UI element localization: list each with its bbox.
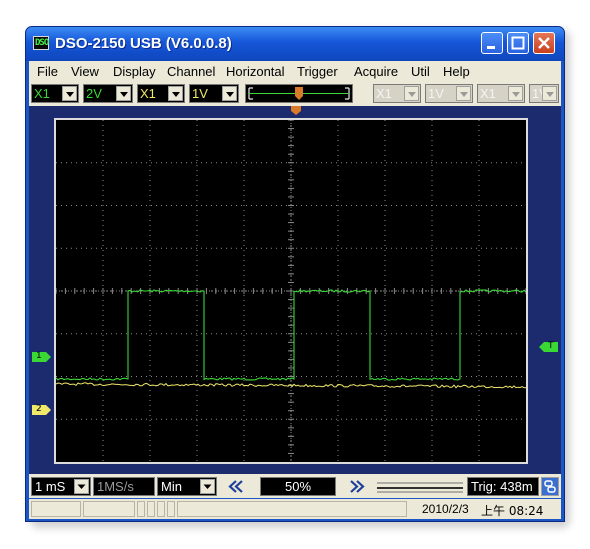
memory-mode-select[interactable]: Min xyxy=(157,477,217,496)
status-cell-3 xyxy=(137,501,145,517)
ch3-probe-select[interactable]: X1 xyxy=(373,84,421,103)
chevron-down-icon xyxy=(404,86,419,101)
trigger-readout-value: Trig: 438m xyxy=(471,479,533,494)
menu-util[interactable]: Util xyxy=(411,64,430,79)
chevron-down-icon xyxy=(222,86,237,101)
trigger-slider-graphic xyxy=(248,87,350,100)
double-chevron-left-icon xyxy=(228,480,243,493)
ch3-volts-value: 1V xyxy=(428,86,444,101)
graticule-grid xyxy=(55,119,527,462)
menu-view[interactable]: View xyxy=(71,64,99,79)
status-cell-6 xyxy=(167,501,175,517)
ch2-offset-marker[interactable]: 2 xyxy=(32,404,51,415)
ch4-probe-select[interactable]: X1 xyxy=(477,84,525,103)
status-cell-7 xyxy=(177,501,407,517)
chevron-down-icon xyxy=(74,479,89,494)
app-icon: DSO xyxy=(33,36,49,50)
ch1-probe-value: X1 xyxy=(34,86,50,101)
close-icon xyxy=(538,37,550,49)
trigger-position-slider[interactable] xyxy=(245,84,353,103)
minimize-button[interactable] xyxy=(481,32,503,54)
app-window: DSO DSO-2150 USB (V6.0.0.8) File View Di… xyxy=(25,26,565,522)
window-title: DSO-2150 USB (V6.0.0.8) xyxy=(55,35,232,52)
scroll-left-button[interactable] xyxy=(224,477,252,496)
scope-display-area: 1 2 T xyxy=(29,106,561,474)
trigger-readout: Trig: 438m xyxy=(467,477,539,496)
close-button[interactable] xyxy=(533,32,555,54)
link-icon xyxy=(544,480,556,493)
zoom-slider[interactable] xyxy=(377,477,463,496)
maximize-button[interactable] xyxy=(507,32,529,54)
chevron-down-icon xyxy=(62,86,77,101)
menu-help[interactable]: Help xyxy=(443,64,470,79)
ch4-probe-value: X1 xyxy=(480,86,496,101)
trigger-level-marker[interactable]: T xyxy=(539,341,558,352)
status-cell-4 xyxy=(147,501,155,517)
horizontal-controls: 1 mS 1MS/s Min 50% Trig: 438m xyxy=(29,474,561,498)
status-time: 上午 08:24 xyxy=(481,504,544,518)
status-date: 2010/2/3 xyxy=(422,502,469,516)
link-toggle-button[interactable] xyxy=(541,477,559,496)
menu-bar: File View Display Channel Horizontal Tri… xyxy=(29,61,561,82)
chevron-down-icon xyxy=(168,86,183,101)
title-bar[interactable]: DSO DSO-2150 USB (V6.0.0.8) xyxy=(26,27,564,61)
app-icon-text: DSO xyxy=(35,38,49,48)
ch2-volts-select[interactable]: 1V xyxy=(189,84,239,103)
menu-acquire[interactable]: Acquire xyxy=(354,64,398,79)
double-chevron-right-icon xyxy=(350,480,365,493)
trigger-time-marker-icon xyxy=(291,106,301,115)
chevron-down-icon xyxy=(456,86,471,101)
status-cell-5 xyxy=(157,501,165,517)
ch2-probe-select[interactable]: X1 xyxy=(137,84,185,103)
chevron-down-icon xyxy=(200,479,215,494)
sample-rate-value: 1MS/s xyxy=(97,479,134,494)
ch1-offset-marker[interactable]: 1 xyxy=(32,351,51,362)
ch2-volts-value: 1V xyxy=(192,86,208,101)
ch1-volts-value: 2V xyxy=(86,86,102,101)
horizontal-position-display: 50% xyxy=(260,477,336,496)
memory-mode-value: Min xyxy=(161,479,182,494)
status-cell-2 xyxy=(83,501,135,517)
chevron-down-icon xyxy=(542,86,557,101)
ch2-marker-label: 2 xyxy=(36,404,42,414)
trigger-level-label: T xyxy=(548,341,554,351)
ch3-probe-value: X1 xyxy=(376,86,392,101)
menu-trigger[interactable]: Trigger xyxy=(297,64,338,79)
status-cell-1 xyxy=(31,501,81,517)
position-percent: 50% xyxy=(284,479,312,494)
timebase-value: 1 mS xyxy=(35,479,66,494)
waveform-screen[interactable] xyxy=(54,118,528,464)
slider-track-icon xyxy=(377,482,463,493)
channel-toolbar: X1 2V X1 1V X1 1V X1 1V xyxy=(29,82,561,106)
minimize-icon xyxy=(487,46,495,49)
status-bar: 2010/2/3 上午 08:24 xyxy=(29,499,561,519)
scroll-right-button[interactable] xyxy=(341,477,369,496)
menu-display[interactable]: Display xyxy=(113,64,156,79)
ch1-marker-label: 1 xyxy=(36,351,42,361)
timebase-select[interactable]: 1 mS xyxy=(31,477,91,496)
ch1-volts-select[interactable]: 2V xyxy=(83,84,133,103)
chevron-down-icon xyxy=(508,86,523,101)
ch4-volts-select[interactable]: 1V xyxy=(529,84,559,103)
ch1-probe-select[interactable]: X1 xyxy=(31,84,79,103)
sample-rate-display: 1MS/s xyxy=(93,477,155,496)
ch2-probe-value: X1 xyxy=(140,86,156,101)
maximize-icon xyxy=(511,36,525,50)
menu-channel[interactable]: Channel xyxy=(167,64,215,79)
menu-file[interactable]: File xyxy=(37,64,58,79)
chevron-down-icon xyxy=(116,86,131,101)
waveform-canvas xyxy=(55,119,527,462)
menu-horizontal[interactable]: Horizontal xyxy=(226,64,285,79)
ch3-volts-select[interactable]: 1V xyxy=(425,84,473,103)
